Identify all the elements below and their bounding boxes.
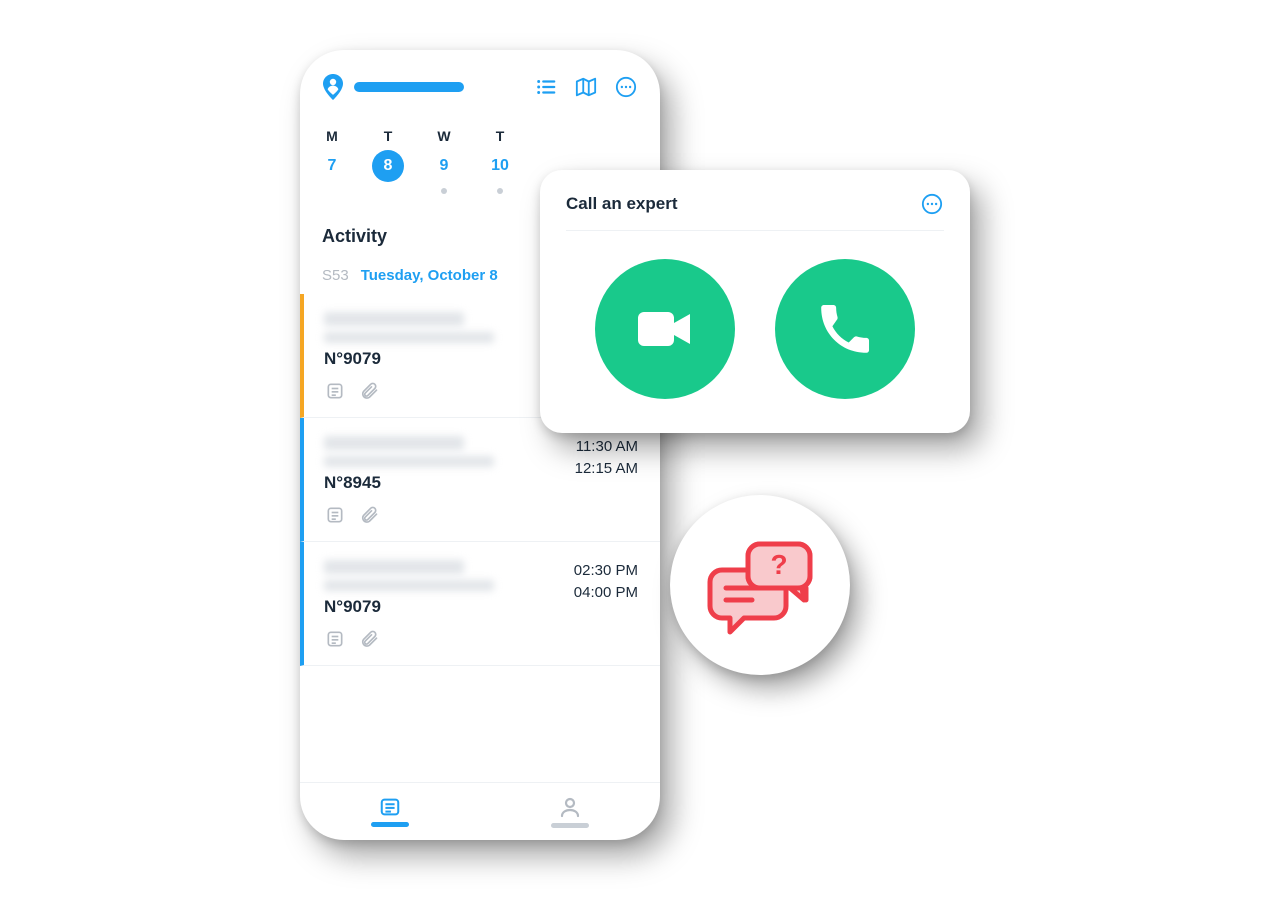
help-chat-icon: ? — [700, 530, 820, 640]
toolbar-title-placeholder — [354, 82, 464, 92]
tab-activity[interactable] — [300, 783, 480, 840]
attachment-icon[interactable] — [358, 381, 380, 401]
notes-icon[interactable] — [324, 505, 346, 525]
day-dot — [497, 188, 503, 194]
day-number: 10 — [484, 150, 516, 182]
item-time-start: 02:30 PM — [574, 560, 638, 582]
card-more-icon[interactable] — [920, 192, 944, 216]
week-number: S53 — [322, 267, 349, 284]
item-times: 02:30 PM 04:00 PM — [574, 560, 638, 604]
item-time-end: 04:00 PM — [574, 582, 638, 604]
redacted-subtitle — [324, 332, 494, 343]
list-item[interactable]: N°8945 11:30 AM 12:15 AM — [300, 418, 660, 542]
day-number: 7 — [316, 150, 348, 182]
day-tuesday[interactable]: T 8 — [360, 128, 416, 194]
day-number: 9 — [428, 150, 460, 182]
day-label: W — [416, 128, 472, 144]
day-monday[interactable]: M 7 — [304, 128, 360, 194]
tab-bar — [300, 782, 660, 840]
user-pin-icon[interactable] — [322, 74, 344, 100]
list-item[interactable]: N°9079 02:30 PM 04:00 PM — [300, 542, 660, 666]
item-times: 11:30 AM 12:15 AM — [575, 436, 638, 480]
video-call-button[interactable] — [595, 259, 735, 399]
redacted-title — [324, 436, 464, 450]
call-expert-card: Call an expert — [540, 170, 970, 433]
notes-icon[interactable] — [324, 381, 346, 401]
call-card-title: Call an expert — [566, 194, 678, 214]
day-label: T — [360, 128, 416, 144]
redacted-subtitle — [324, 580, 494, 591]
day-thursday[interactable]: T 10 — [472, 128, 528, 194]
attachment-icon[interactable] — [358, 629, 380, 649]
day-dot — [441, 188, 447, 194]
voice-call-button[interactable] — [775, 259, 915, 399]
day-wednesday[interactable]: W 9 — [416, 128, 472, 194]
day-label: T — [472, 128, 528, 144]
more-icon[interactable] — [614, 75, 638, 99]
selected-date: Tuesday, October 8 — [361, 267, 498, 284]
redacted-title — [324, 312, 464, 326]
help-chat-badge[interactable]: ? — [670, 495, 850, 675]
day-number: 8 — [372, 150, 404, 182]
attachment-icon[interactable] — [358, 505, 380, 525]
phone-toolbar — [300, 50, 660, 110]
tab-profile[interactable] — [480, 783, 660, 840]
redacted-title — [324, 560, 464, 574]
day-label: M — [304, 128, 360, 144]
svg-text:?: ? — [770, 549, 787, 580]
phone-frame: M 7 T 8 W 9 T 10 Activity S53 Tuesday, O… — [300, 50, 660, 840]
list-icon[interactable] — [534, 75, 558, 99]
item-time-end: 12:15 AM — [575, 458, 638, 480]
notes-icon[interactable] — [324, 629, 346, 649]
item-time-start: 11:30 AM — [575, 436, 638, 458]
redacted-subtitle — [324, 456, 494, 467]
map-icon[interactable] — [574, 75, 598, 99]
tab-underline — [371, 822, 409, 827]
tab-underline — [551, 823, 589, 828]
